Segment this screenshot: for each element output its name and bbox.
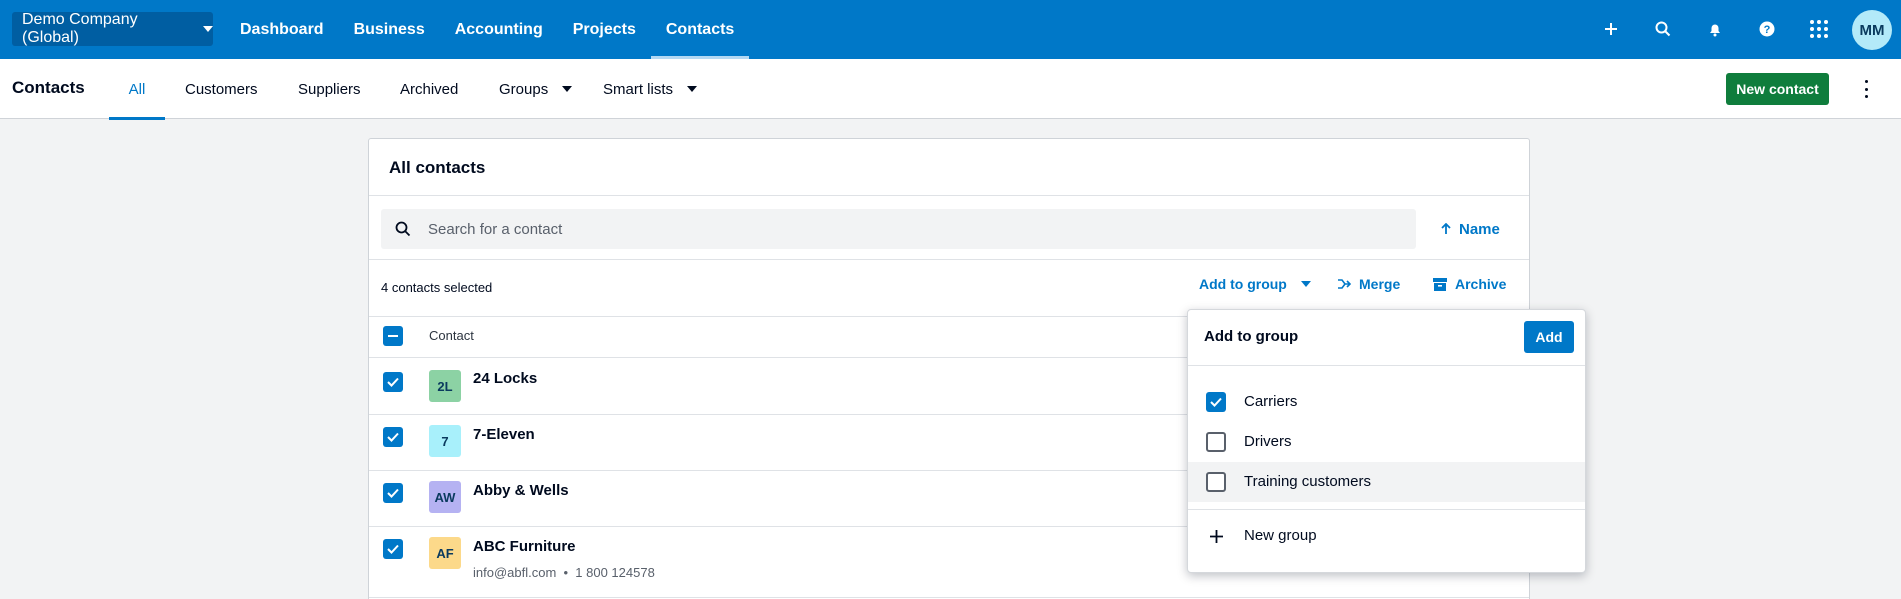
check-icon [387, 488, 399, 498]
plus-icon [1210, 530, 1223, 543]
contact-avatar: 2L [429, 370, 461, 402]
check-icon [387, 544, 399, 554]
user-avatar[interactable]: MM [1852, 10, 1892, 50]
tab-archived-label: Archived [400, 80, 459, 98]
tab-customers[interactable]: Customers [185, 59, 258, 119]
organisation-switcher[interactable]: Demo Company (Global) [12, 11, 213, 46]
row-checkbox[interactable] [383, 427, 403, 447]
nav-dashboard[interactable]: Dashboard [225, 0, 339, 59]
check-icon [387, 432, 399, 442]
add-to-group-button[interactable]: Add to group [1199, 276, 1311, 292]
chevron-down-icon [1300, 281, 1311, 287]
apps-grid-icon[interactable] [1807, 17, 1831, 41]
tab-all-label: All [128, 80, 146, 98]
card-title: All contacts [389, 158, 486, 177]
tab-customers-label: Customers [185, 80, 258, 98]
chevron-down-icon [687, 86, 698, 92]
contact-name[interactable]: Abby & Wells [473, 482, 569, 499]
group-label: Training customers [1244, 473, 1371, 490]
top-bar: Demo Company (Global) Dashboard Business… [0, 0, 1901, 59]
merge-button[interactable]: Merge [1337, 276, 1400, 292]
divider [1188, 509, 1585, 510]
page-title: Contacts [12, 78, 85, 97]
chevron-down-icon [203, 26, 213, 32]
merge-label: Merge [1359, 276, 1401, 292]
contact-details: info@abfl.com • 1 800 124578 [473, 565, 655, 580]
group-option-carriers[interactable]: Carriers [1188, 382, 1585, 422]
nav-business[interactable]: Business [339, 0, 440, 59]
minus-icon [388, 335, 398, 337]
add-button[interactable]: Add [1524, 321, 1574, 353]
contact-avatar: AF [429, 537, 461, 569]
row-checkbox[interactable] [383, 539, 403, 559]
add-to-group-dropdown: Add to group Add Carriers Drivers Traini… [1187, 309, 1586, 573]
contact-avatar: AW [429, 481, 461, 513]
new-group-button[interactable]: New group [1188, 516, 1585, 556]
tab-groups[interactable]: Groups [499, 59, 573, 119]
tab-archived[interactable]: Archived [400, 59, 458, 119]
plus-icon[interactable] [1599, 17, 1623, 41]
row-checkbox[interactable] [383, 483, 403, 503]
dropdown-title: Add to group [1204, 328, 1299, 345]
column-header-contact[interactable]: Contact [429, 328, 474, 343]
divider [369, 597, 1529, 598]
contact-name[interactable]: ABC Furniture [473, 538, 576, 555]
group-label: Carriers [1244, 393, 1298, 410]
organisation-name: Demo Company (Global) [22, 11, 138, 46]
contact-avatar: 7 [429, 425, 461, 457]
sort-label: Name [1459, 220, 1500, 238]
selected-count: 4 contacts selected [381, 280, 493, 295]
new-contact-button[interactable]: New contact [1726, 73, 1829, 105]
arrow-up-icon [1441, 223, 1451, 234]
search-box [381, 209, 1416, 249]
svg-text:?: ? [1764, 24, 1771, 36]
chevron-down-icon [562, 86, 573, 92]
check-icon [1210, 397, 1222, 407]
new-group-label: New group [1244, 527, 1317, 544]
divider [369, 195, 1529, 196]
row-checkbox[interactable] [383, 372, 403, 392]
more-options-icon[interactable] [1858, 80, 1874, 98]
contact-name[interactable]: 24 Locks [473, 370, 537, 387]
main-nav: Dashboard Business Accounting Projects C… [225, 0, 750, 59]
group-checkbox[interactable] [1206, 472, 1226, 492]
tab-groups-label: Groups [499, 80, 549, 98]
group-option-training-customers[interactable]: Training customers [1188, 462, 1585, 502]
select-all-checkbox[interactable] [383, 326, 403, 346]
archive-label: Archive [1455, 276, 1507, 292]
add-to-group-label: Add to group [1199, 276, 1287, 292]
search-icon[interactable] [1651, 17, 1675, 41]
group-checkbox[interactable] [1206, 432, 1226, 452]
sort-by-name-button[interactable]: Name [1441, 217, 1500, 241]
check-icon [387, 377, 399, 387]
nav-contacts[interactable]: Contacts [650, 0, 750, 59]
tab-all[interactable]: All [109, 59, 165, 120]
group-option-drivers[interactable]: Drivers [1188, 422, 1585, 462]
bell-icon[interactable] [1703, 17, 1727, 41]
tab-suppliers-label: Suppliers [298, 80, 361, 98]
archive-icon [1433, 277, 1447, 291]
nav-accounting[interactable]: Accounting [440, 0, 558, 59]
divider [369, 259, 1529, 260]
search-icon [393, 219, 413, 239]
divider [1188, 365, 1585, 366]
help-icon[interactable]: ? [1755, 17, 1779, 41]
merge-icon [1338, 279, 1351, 289]
tab-suppliers[interactable]: Suppliers [298, 59, 361, 119]
group-label: Drivers [1244, 433, 1292, 450]
nav-projects[interactable]: Projects [558, 0, 651, 59]
archive-button[interactable]: Archive [1433, 276, 1506, 292]
tab-smart-lists-label: Smart lists [603, 80, 674, 98]
tab-smart-lists[interactable]: Smart lists [603, 59, 698, 119]
search-input[interactable] [428, 220, 1328, 238]
group-checkbox[interactable] [1206, 392, 1226, 412]
contact-name[interactable]: 7-Eleven [473, 426, 535, 443]
contacts-subnav: Contacts All Customers Suppliers Archive… [0, 59, 1901, 120]
